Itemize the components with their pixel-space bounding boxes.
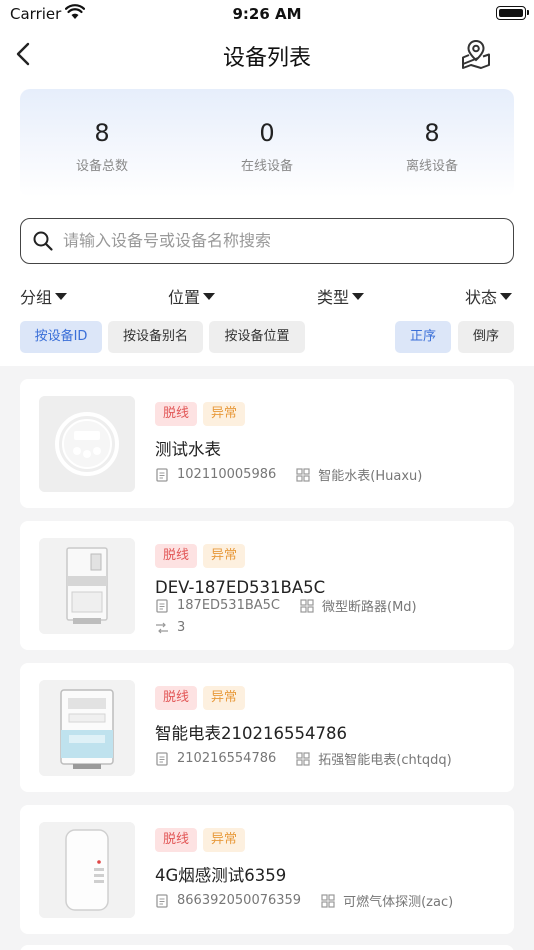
filter-group-label: 分组 [20, 288, 53, 307]
document-icon [155, 751, 169, 766]
grid-icon [300, 598, 314, 613]
offline-badge: 脱线 [155, 686, 198, 710]
stat-online-value: 0 [259, 119, 275, 147]
order-desc-chip[interactable]: 倒序 [458, 321, 514, 353]
water-meter-image [39, 396, 135, 492]
stat-online-label: 在线设备 [240, 159, 293, 174]
device-model: 拓强智能电表(chtqdq) [318, 753, 452, 768]
sort-by-location-chip[interactable]: 按设备位置 [209, 321, 305, 353]
grid-icon [296, 751, 310, 766]
status-tags: 脱线 异常 [155, 544, 251, 568]
navigation-bar: 设备列表 [0, 28, 534, 80]
page-title: 设备列表 [222, 46, 311, 71]
document-icon [155, 893, 169, 908]
order-asc-chip[interactable]: 正序 [395, 321, 451, 353]
device-card[interactable]: 脱线 异常 智能电表210216554786 210216554786 拓强智能… [20, 663, 514, 792]
abnormal-badge: 异常 [203, 402, 246, 426]
offline-badge: 脱线 [155, 828, 198, 852]
search-icon [32, 230, 54, 252]
stat-offline-value: 8 [424, 119, 440, 147]
filter-status[interactable]: 状态 [465, 284, 513, 308]
circuit-breaker-image [39, 538, 135, 634]
device-meta: 866392050076359 可燃气体探测(zac) [155, 891, 453, 910]
sort-by-id-chip[interactable]: 按设备ID [20, 321, 102, 353]
sort-by-alias-chip[interactable]: 按设备别名 [108, 321, 203, 353]
device-name: 智能电表210216554786 [155, 724, 347, 743]
abnormal-badge: 异常 [203, 544, 246, 568]
filter-type[interactable]: 类型 [317, 284, 365, 308]
filter-location-label: 位置 [168, 288, 201, 307]
device-meta: 210216554786 拓强智能电表(chtqdq) [155, 749, 452, 768]
device-name: 4G烟感测试6359 [155, 866, 287, 885]
device-card[interactable] [20, 945, 514, 950]
device-serial: 187ED531BA5C [177, 598, 281, 613]
caret-down-icon [500, 292, 513, 300]
offline-badge: 脱线 [155, 544, 198, 568]
stat-total: 8 设备总数 [22, 119, 182, 174]
filter-status-label: 状态 [465, 288, 498, 307]
caret-down-icon [352, 292, 365, 300]
status-tags: 脱线 异常 [155, 686, 251, 710]
device-model: 微型断路器(Md) [322, 600, 417, 615]
channel-link-icon [155, 621, 169, 635]
device-name: DEV-187ED531BA5C [155, 578, 326, 597]
grid-icon [321, 893, 335, 908]
status-bar: Carrier 9:26 AM [0, 0, 534, 28]
device-channel-count: 3 [177, 620, 186, 635]
device-serial: 102110005986 [177, 467, 277, 482]
device-card[interactable]: 脱线 异常 DEV-187ED531BA5C 187ED531BA5C 微型断路… [20, 521, 514, 650]
caret-down-icon [203, 292, 216, 300]
document-icon [155, 598, 169, 613]
device-model: 智能水表(Huaxu) [318, 469, 423, 484]
filter-location[interactable]: 位置 [168, 284, 216, 308]
device-name: 测试水表 [155, 440, 221, 459]
search-input[interactable] [63, 219, 503, 262]
battery-icon [496, 6, 529, 20]
search-box[interactable] [20, 218, 514, 264]
clock: 9:26 AM [232, 5, 302, 23]
device-model: 可燃气体探测(zac) [343, 895, 454, 910]
filter-bar: 分组 位置 类型 状态 [0, 282, 534, 310]
device-card[interactable]: 脱线 异常 测试水表 102110005986 智能水表(Huaxu) [20, 379, 514, 508]
grid-icon [296, 467, 310, 482]
device-stats-card: 8 设备总数 0 在线设备 8 离线设备 [20, 89, 514, 197]
stat-offline-label: 离线设备 [405, 159, 458, 174]
stat-total-label: 设备总数 [75, 159, 128, 174]
caret-down-icon [55, 292, 68, 300]
abnormal-badge: 异常 [203, 686, 246, 710]
device-card[interactable]: 脱线 异常 4G烟感测试6359 866392050076359 可燃气体探测(… [20, 805, 514, 934]
device-meta: 187ED531BA5C 微型断路器(Md) [155, 596, 417, 615]
stat-offline: 8 离线设备 [352, 119, 512, 174]
device-channels: 3 [155, 620, 185, 635]
status-tags: 脱线 异常 [155, 402, 251, 426]
device-serial: 866392050076359 [177, 893, 302, 908]
smoke-detector-image [39, 822, 135, 918]
status-tags: 脱线 异常 [155, 828, 251, 852]
device-serial: 210216554786 [177, 751, 277, 766]
filter-type-label: 类型 [317, 288, 350, 307]
map-location-icon[interactable] [460, 38, 492, 70]
abnormal-badge: 异常 [203, 828, 246, 852]
offline-badge: 脱线 [155, 402, 198, 426]
filter-group[interactable]: 分组 [20, 284, 68, 308]
electric-meter-image [39, 680, 135, 776]
document-icon [155, 467, 169, 482]
device-meta: 102110005986 智能水表(Huaxu) [155, 465, 422, 484]
stat-total-value: 8 [94, 119, 110, 147]
stat-online: 0 在线设备 [187, 119, 347, 174]
